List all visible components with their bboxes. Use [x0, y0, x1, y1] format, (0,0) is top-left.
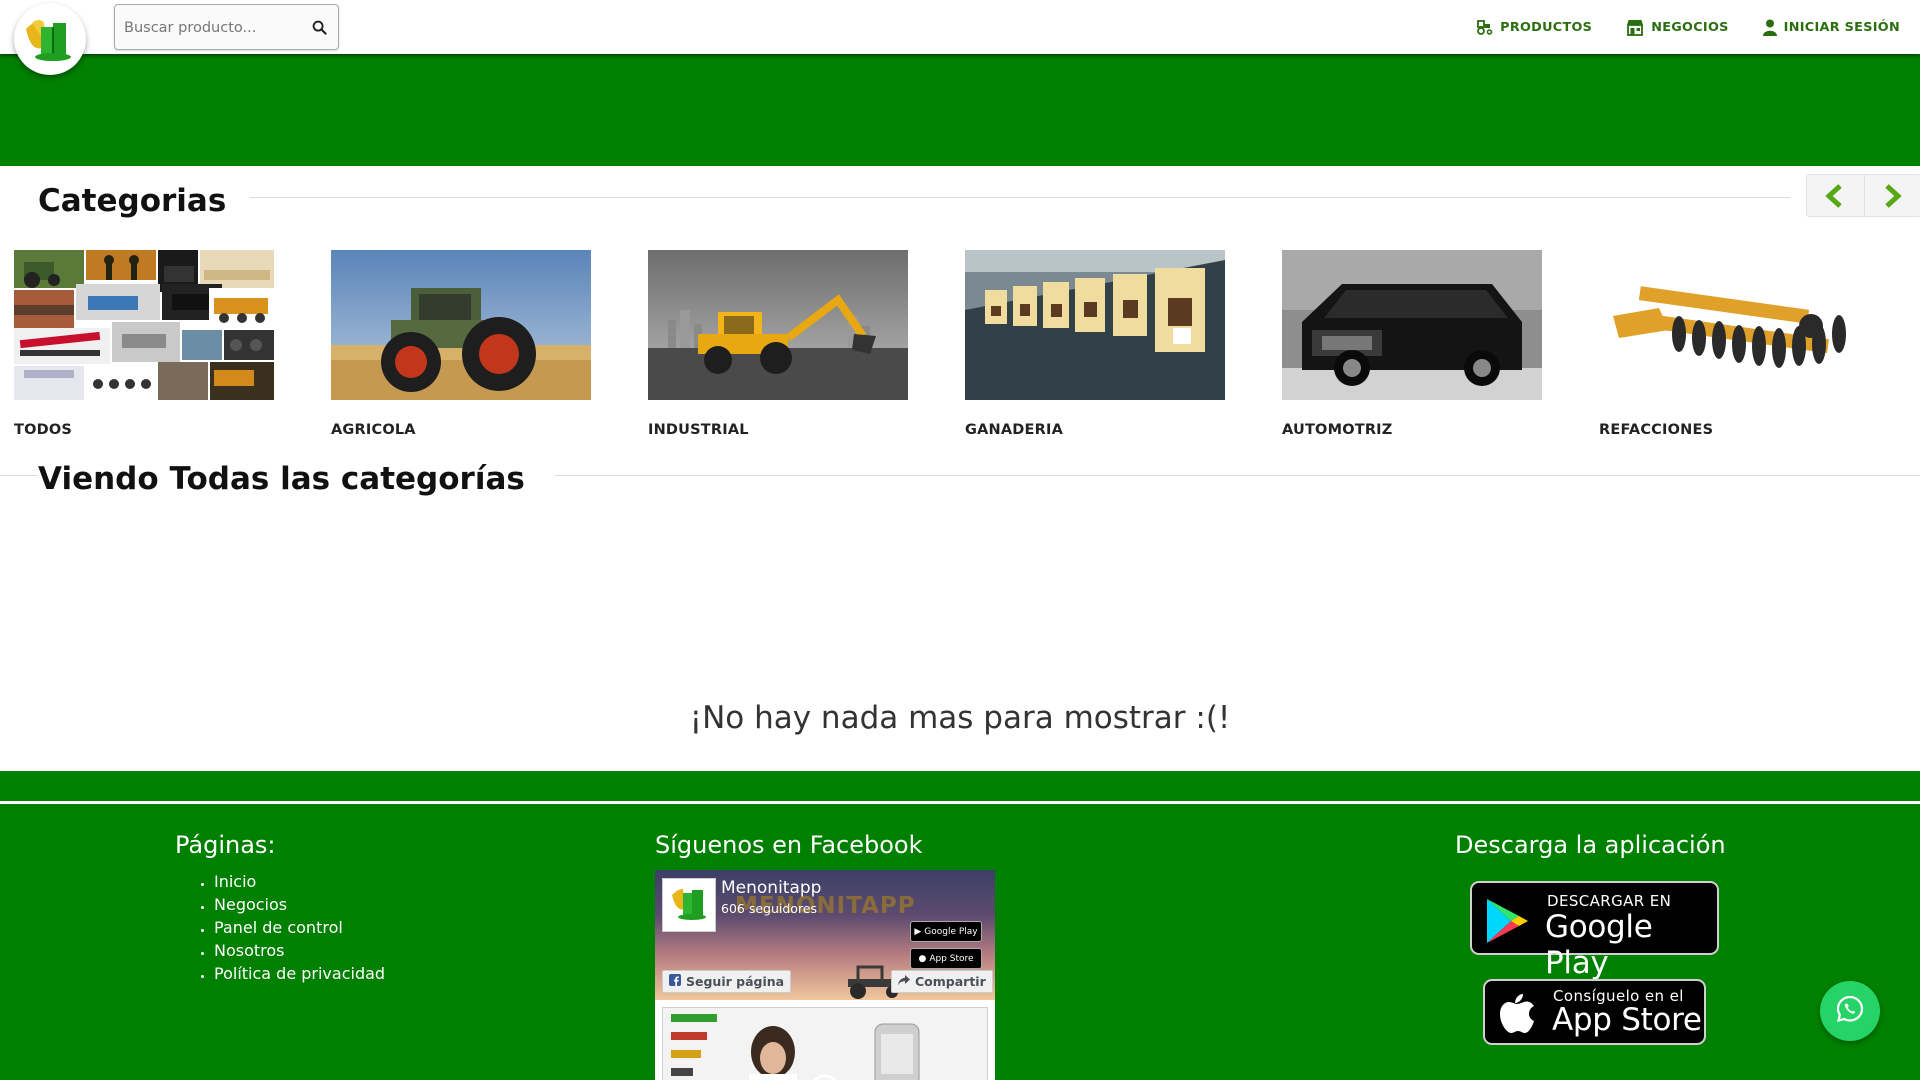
- categories-title: Categorias: [38, 183, 227, 219]
- menonitapp-logo-icon: [26, 20, 71, 61]
- apple-icon: ●: [918, 953, 927, 964]
- facebook-post-preview[interactable]: [662, 1007, 988, 1080]
- main-nav: PRODUCTOS NEGOCIOS INICIAR SESIÓN: [1476, 0, 1920, 54]
- apple-icon: [1499, 992, 1535, 1038]
- facebook-followers: 606 seguidores: [721, 901, 818, 916]
- facebook-cover-google-badge: ▶ Google Play: [910, 921, 982, 942]
- nav-productos[interactable]: PRODUCTOS: [1476, 20, 1592, 35]
- user-icon: [1762, 19, 1777, 36]
- facebook-page-widget[interactable]: MENONITAPP Menonitapp 606 seguidores ▶ Go…: [655, 870, 995, 1080]
- store-icon: [1626, 19, 1644, 36]
- category-refacciones-image: [1599, 250, 1859, 400]
- footer-pages-list: Inicio Negocios Panel de control Nosotro…: [214, 870, 385, 985]
- category-automotriz-image: [1282, 250, 1542, 400]
- footer-link-inicio[interactable]: Inicio: [214, 870, 385, 893]
- category-todos-label: TODOS: [14, 422, 73, 438]
- footer-link-panel[interactable]: Panel de control: [214, 916, 385, 939]
- hero-banner: [0, 54, 1920, 166]
- footer-link-negocios[interactable]: Negocios: [214, 893, 385, 916]
- footer-link-privacidad[interactable]: Política de privacidad: [214, 962, 385, 985]
- top-navbar: PRODUCTOS NEGOCIOS INICIAR SESIÓN: [0, 0, 1920, 54]
- category-refacciones-label: REFACCIONES: [1599, 422, 1714, 438]
- carousel-prev-button[interactable]: [1807, 175, 1864, 216]
- category-agricola[interactable]: AGRICOLA: [331, 250, 591, 438]
- app-store-big-label: App Store: [1552, 1002, 1702, 1038]
- footer-link-nosotros[interactable]: Nosotros: [214, 939, 385, 962]
- facebook-cover-apple-badge: ● App Store: [910, 948, 982, 969]
- category-industrial-label: INDUSTRIAL: [648, 422, 749, 438]
- footer-app-title: Descarga la aplicación: [1455, 831, 1726, 859]
- google-play-small-label: DESCARGAR EN: [1547, 892, 1672, 910]
- chevron-left-icon: [1825, 183, 1842, 208]
- category-ganaderia-label: GANADERIA: [965, 422, 1064, 438]
- whatsapp-icon: [1835, 994, 1865, 1028]
- category-automotriz[interactable]: AUTOMOTRIZ: [1282, 250, 1542, 438]
- footer: Páginas: Inicio Negocios Panel de contro…: [0, 771, 1920, 1080]
- categories-divider: [250, 197, 1790, 198]
- search-input[interactable]: [124, 17, 294, 39]
- category-todos-image: [14, 250, 274, 400]
- menonitapp-logo-icon: [672, 889, 706, 920]
- nav-negocios[interactable]: NEGOCIOS: [1626, 19, 1728, 36]
- play-triangle-icon: ▶: [914, 926, 922, 937]
- search-icon[interactable]: [312, 20, 328, 36]
- tractor-icon: [1476, 19, 1493, 35]
- chevron-right-icon: [1885, 183, 1902, 208]
- listing-title: Viendo Todas las categorías: [38, 461, 555, 497]
- facebook-share-button[interactable]: Compartir: [891, 970, 993, 993]
- category-agricola-image: [331, 250, 591, 400]
- nav-productos-label: PRODUCTOS: [1500, 19, 1593, 35]
- footer-pages-title: Páginas:: [175, 831, 276, 859]
- category-industrial-image: [648, 250, 908, 400]
- empty-results-message: ¡No hay nada mas para mostrar :(!: [689, 700, 1231, 736]
- nav-iniciar-sesion[interactable]: INICIAR SESIÓN: [1762, 19, 1900, 36]
- category-agricola-label: AGRICOLA: [331, 422, 416, 438]
- facebook-page-avatar[interactable]: [662, 878, 716, 932]
- whatsapp-chat-button[interactable]: [1820, 981, 1880, 1041]
- footer-facebook-title: Síguenos en Facebook: [655, 831, 923, 859]
- category-industrial[interactable]: INDUSTRIAL: [648, 250, 908, 438]
- footer-divider: [0, 801, 1920, 804]
- category-refacciones[interactable]: REFACCIONES: [1599, 250, 1859, 438]
- app-store-button[interactable]: Consíguelo en el App Store: [1483, 979, 1706, 1045]
- google-play-big-label: Google Play: [1545, 909, 1653, 981]
- category-automotriz-label: AUTOMOTRIZ: [1282, 422, 1393, 438]
- google-play-icon: [1484, 897, 1530, 949]
- category-ganaderia-image: [965, 250, 1225, 400]
- category-ganaderia[interactable]: GANADERIA: [965, 250, 1225, 438]
- facebook-icon: [669, 974, 681, 989]
- carousel-controls: [1806, 174, 1920, 217]
- google-play-button[interactable]: DESCARGAR EN Google Play: [1470, 881, 1719, 981]
- facebook-follow-button[interactable]: Seguir página: [662, 970, 792, 993]
- search-box: [114, 4, 339, 50]
- nav-negocios-label: NEGOCIOS: [1651, 19, 1729, 35]
- carousel-next-button[interactable]: [1863, 175, 1920, 216]
- site-logo[interactable]: [14, 3, 86, 75]
- category-todos[interactable]: TODOS: [14, 250, 274, 438]
- facebook-page-name[interactable]: Menonitapp: [721, 878, 821, 898]
- nav-iniciar-sesion-label: INICIAR SESIÓN: [1783, 19, 1900, 35]
- share-icon: [898, 974, 910, 989]
